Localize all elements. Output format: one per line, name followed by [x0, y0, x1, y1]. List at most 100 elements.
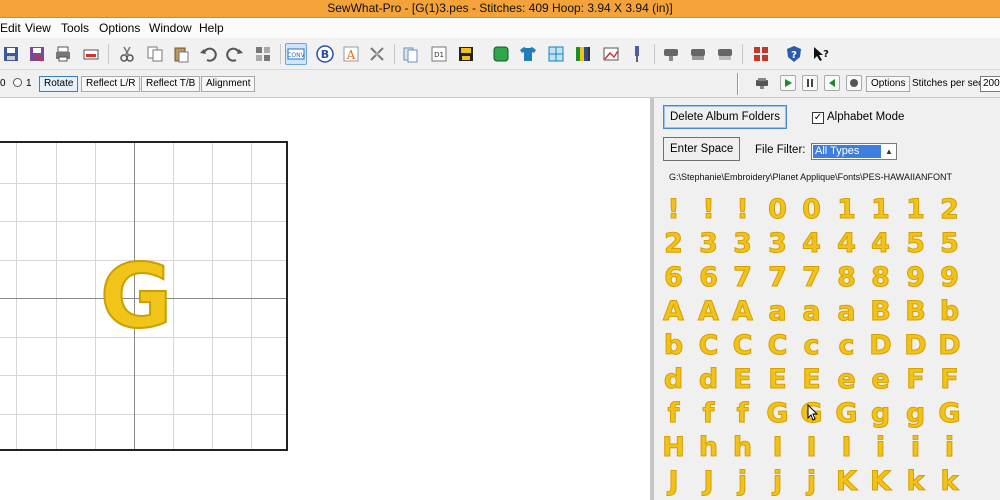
- undo-icon[interactable]: [197, 43, 219, 65]
- glyph-tile[interactable]: D: [863, 328, 898, 363]
- glyph-tile[interactable]: 4: [829, 226, 864, 261]
- glyph-tile[interactable]: J: [691, 464, 726, 499]
- glyph-tile[interactable]: J: [656, 464, 691, 499]
- glyph-tile[interactable]: 9: [898, 260, 933, 295]
- alphabet-mode-checkbox[interactable]: ✓: [812, 112, 824, 124]
- machine-3-icon[interactable]: [714, 43, 736, 65]
- glyph-tile[interactable]: K: [863, 464, 898, 499]
- glyph-tile[interactable]: !: [725, 192, 760, 227]
- glyph-tile[interactable]: a: [794, 294, 829, 329]
- print-preview-icon[interactable]: [80, 43, 102, 65]
- glyph-tile[interactable]: 9: [932, 260, 967, 295]
- glyph-tile[interactable]: a: [829, 294, 864, 329]
- glyph-tile[interactable]: I: [760, 430, 795, 465]
- glyph-tile[interactable]: C: [760, 328, 795, 363]
- glyph-tile[interactable]: f: [656, 396, 691, 431]
- menu-options[interactable]: Options: [99, 21, 140, 35]
- glyph-tile[interactable]: I: [794, 430, 829, 465]
- glyph-tile[interactable]: k: [932, 464, 967, 499]
- glyph-tile[interactable]: A: [691, 294, 726, 329]
- menu-window[interactable]: Window: [149, 21, 192, 35]
- glyph-tile[interactable]: 4: [794, 226, 829, 261]
- glyph-tile[interactable]: d: [656, 362, 691, 397]
- glyph-tile[interactable]: b: [932, 294, 967, 329]
- play-icon[interactable]: [780, 75, 796, 91]
- glyph-tile[interactable]: 7: [725, 260, 760, 295]
- glyph-tile[interactable]: 0: [794, 192, 829, 227]
- stop-icon[interactable]: [490, 43, 512, 65]
- glyph-tile[interactable]: 5: [898, 226, 933, 261]
- glyph-tile[interactable]: 7: [794, 260, 829, 295]
- glyph-tile[interactable]: 6: [656, 260, 691, 295]
- glyph-tile[interactable]: 1: [863, 192, 898, 227]
- split-icon[interactable]: [252, 43, 274, 65]
- paste-icon[interactable]: [170, 43, 192, 65]
- d1-icon[interactable]: D1: [428, 43, 450, 65]
- menu-tools[interactable]: Tools: [61, 21, 89, 35]
- glyph-tile[interactable]: F: [898, 362, 933, 397]
- enter-space-button[interactable]: Enter Space: [663, 137, 741, 161]
- glyph-tile[interactable]: e: [829, 362, 864, 397]
- glyph-tile[interactable]: j: [794, 464, 829, 499]
- glyph-tile[interactable]: 8: [863, 260, 898, 295]
- glyph-tile[interactable]: b: [656, 328, 691, 363]
- fabric-icon[interactable]: [545, 43, 567, 65]
- glyph-tile[interactable]: 7: [760, 260, 795, 295]
- step-back-icon[interactable]: [824, 75, 840, 91]
- rotate-button[interactable]: Rotate: [39, 76, 79, 92]
- whats-this-icon[interactable]: ?: [810, 43, 832, 65]
- glyph-tile[interactable]: 1: [829, 192, 864, 227]
- glyph-tile[interactable]: 6: [691, 260, 726, 295]
- help-icon[interactable]: ?: [783, 43, 805, 65]
- glyph-tile[interactable]: I: [829, 430, 864, 465]
- pause-icon[interactable]: [802, 75, 818, 91]
- glyph-tile[interactable]: E: [725, 362, 760, 397]
- machine-2-icon[interactable]: [687, 43, 709, 65]
- glyph-tile[interactable]: G: [760, 396, 795, 431]
- glyph-tile[interactable]: g: [898, 396, 933, 431]
- menu-edit[interactable]: Edit: [0, 21, 21, 35]
- floppy-icon[interactable]: [455, 43, 477, 65]
- glyph-tile[interactable]: E: [760, 362, 795, 397]
- glyph-tile[interactable]: i: [863, 430, 898, 465]
- glyph-tile[interactable]: C: [691, 328, 726, 363]
- glyph-tile[interactable]: A: [656, 294, 691, 329]
- glyph-tile[interactable]: f: [725, 396, 760, 431]
- glyph-tile[interactable]: 4: [863, 226, 898, 261]
- machine-1-icon[interactable]: [660, 43, 682, 65]
- embroidery-design[interactable]: G: [99, 252, 173, 342]
- glyph-tile[interactable]: g: [863, 396, 898, 431]
- glyph-tile[interactable]: j: [725, 464, 760, 499]
- glyph-tile[interactable]: 2: [932, 192, 967, 227]
- alignment-button[interactable]: Alignment: [201, 76, 256, 92]
- image-icon[interactable]: [600, 43, 622, 65]
- save-icon[interactable]: [0, 43, 22, 65]
- glyph-tile[interactable]: e: [863, 362, 898, 397]
- cut-icon[interactable]: [116, 43, 138, 65]
- redo-icon[interactable]: [224, 43, 246, 65]
- pages-icon[interactable]: [400, 43, 422, 65]
- scissors-icon[interactable]: [366, 43, 388, 65]
- glyph-tile[interactable]: c: [829, 328, 864, 363]
- options-button[interactable]: Options: [866, 76, 911, 92]
- glyph-tile[interactable]: D: [898, 328, 933, 363]
- glyph-tile[interactable]: !: [691, 192, 726, 227]
- spin-arrows-icon[interactable]: ▲: [883, 145, 895, 158]
- radio-one[interactable]: [13, 78, 22, 87]
- b-icon[interactable]: B: [314, 43, 336, 65]
- glyph-tile[interactable]: 3: [691, 226, 726, 261]
- menu-help[interactable]: Help: [199, 21, 224, 35]
- glyph-tile[interactable]: G: [829, 396, 864, 431]
- glyph-tile[interactable]: 3: [760, 226, 795, 261]
- glyph-tile[interactable]: 8: [829, 260, 864, 295]
- glyph-tile[interactable]: C: [725, 328, 760, 363]
- glyph-tile[interactable]: 5: [932, 226, 967, 261]
- stitches-per-sec-input[interactable]: 200: [980, 76, 1000, 92]
- glyph-tile[interactable]: h: [725, 430, 760, 465]
- glyph-tile[interactable]: D: [932, 328, 967, 363]
- glyph-tile[interactable]: !: [656, 192, 691, 227]
- glyph-tile[interactable]: c: [794, 328, 829, 363]
- glyph-tile[interactable]: B: [863, 294, 898, 329]
- glyph-tile[interactable]: i: [898, 430, 933, 465]
- glyph-tile[interactable]: i: [932, 430, 967, 465]
